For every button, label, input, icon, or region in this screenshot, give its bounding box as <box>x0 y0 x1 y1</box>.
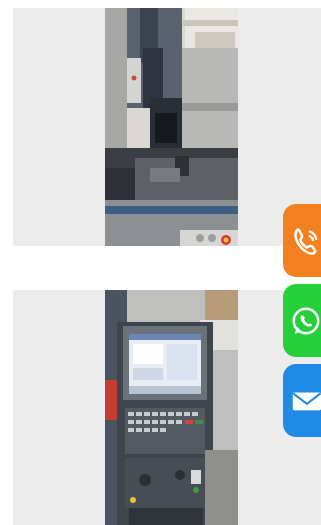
gallery-image-machine[interactable] <box>13 8 321 246</box>
whatsapp-button[interactable] <box>283 284 321 357</box>
email-button[interactable] <box>283 364 321 437</box>
whatsapp-icon <box>292 307 320 334</box>
phone-call-button[interactable] <box>283 204 321 277</box>
mail-icon <box>292 392 321 410</box>
phone-icon <box>294 227 318 255</box>
control-panel-photo <box>105 290 238 525</box>
page <box>0 0 321 525</box>
machine-photo <box>105 8 238 246</box>
gallery-image-control-panel[interactable] <box>13 290 321 525</box>
